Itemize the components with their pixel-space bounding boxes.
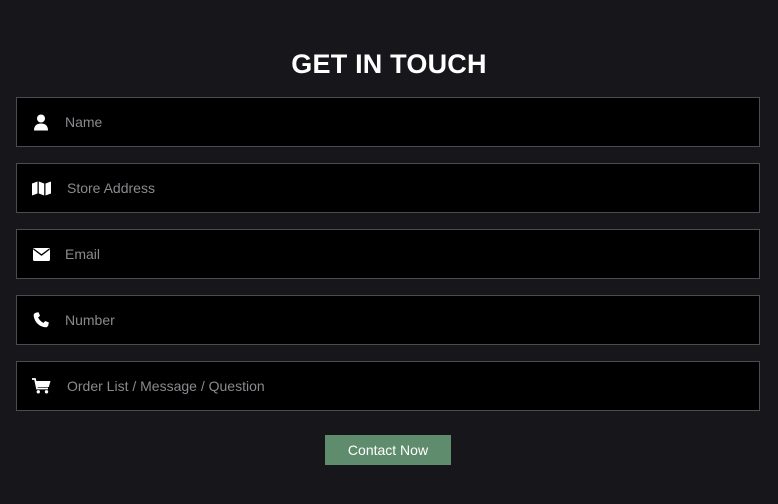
form-title: GET IN TOUCH <box>291 49 487 79</box>
contact-form-section: GET IN TOUCH Name Store Address Email Nu… <box>0 0 778 504</box>
store-address-field[interactable] <box>16 163 760 213</box>
message-input[interactable] <box>65 362 759 410</box>
map-icon <box>17 164 65 212</box>
shopping-cart-icon <box>17 362 65 410</box>
message-field[interactable] <box>16 361 760 411</box>
envelope-icon <box>17 230 65 278</box>
email-input[interactable] <box>65 230 759 278</box>
name-input[interactable] <box>65 98 759 146</box>
store-address-input[interactable] <box>65 164 759 212</box>
name-field[interactable] <box>16 97 760 147</box>
number-input[interactable] <box>65 296 759 344</box>
email-field[interactable] <box>16 229 760 279</box>
phone-icon <box>17 296 65 344</box>
contact-now-button[interactable]: Contact Now <box>325 435 451 465</box>
number-field[interactable] <box>16 295 760 345</box>
user-icon <box>17 98 65 146</box>
